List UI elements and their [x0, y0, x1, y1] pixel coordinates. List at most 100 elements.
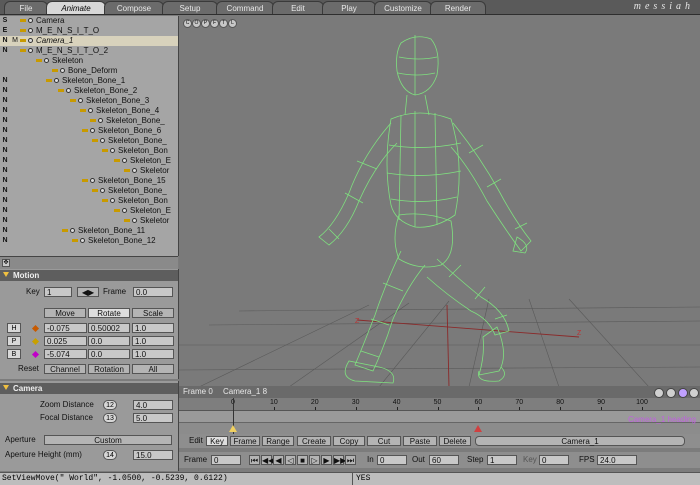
current-frame-marker-icon[interactable]: [229, 425, 237, 432]
tree-row[interactable]: N Skeleton_Bone_: [0, 116, 178, 126]
rotate-mode-button[interactable]: Rotate: [88, 308, 130, 318]
channel-h-scale[interactable]: 1.0: [132, 323, 174, 333]
tree-row[interactable]: N Skeleton_Bone_11: [0, 226, 178, 236]
reset-channel-button[interactable]: Channel: [44, 364, 86, 374]
cut-key-button[interactable]: Cut: [367, 436, 401, 446]
step-field[interactable]: 1: [487, 455, 517, 465]
visibility-dot-icon[interactable]: [60, 68, 65, 73]
zoom-distance-field[interactable]: 4.0: [133, 400, 173, 410]
tree-row-flag[interactable]: N: [0, 216, 10, 226]
visibility-dot-icon[interactable]: [122, 158, 127, 163]
next-frame-icon[interactable]: ▶: [321, 455, 332, 465]
tree-row[interactable]: N Skeleton_Bone_3: [0, 96, 178, 106]
visibility-dot-icon[interactable]: [98, 118, 103, 123]
view-option-icon[interactable]: [654, 388, 664, 398]
tree-row-flag[interactable]: E: [0, 26, 10, 36]
channel-p-value[interactable]: 0.025: [44, 336, 87, 346]
tree-row[interactable]: S Camera: [0, 16, 178, 26]
tree-row-flag[interactable]: N: [0, 226, 10, 236]
tree-row-flag[interactable]: N: [0, 96, 10, 106]
prev-key-icon[interactable]: ◀◀: [261, 455, 274, 465]
view-perspective-button[interactable]: P: [201, 19, 210, 28]
motion-panel-header[interactable]: Motion: [0, 270, 178, 281]
tree-row-flag[interactable]: N: [0, 106, 10, 116]
visibility-dot-icon[interactable]: [70, 228, 75, 233]
tree-row[interactable]: N Skeleton_E: [0, 156, 178, 166]
view-front-button[interactable]: F: [210, 19, 219, 28]
tree-row-flag[interactable]: N: [0, 156, 10, 166]
view-orbit-button[interactable]: O: [192, 19, 201, 28]
tree-row[interactable]: N Skeleton_Bon: [0, 146, 178, 156]
paste-key-button[interactable]: Paste: [403, 436, 437, 446]
tree-row[interactable]: Bone_Deform: [0, 66, 178, 76]
channel-h-tension[interactable]: 0.50002: [88, 323, 130, 333]
channel-p-scale[interactable]: 1.0: [132, 336, 174, 346]
collapse-arrow-icon[interactable]: [3, 272, 9, 277]
zoom-distance-channel[interactable]: 12: [103, 400, 117, 410]
visibility-dot-icon[interactable]: [110, 198, 115, 203]
channel-b[interactable]: B: [7, 349, 21, 359]
tree-row[interactable]: N Skeleton_E: [0, 206, 178, 216]
play-icon[interactable]: ▷: [309, 455, 320, 465]
visibility-dot-icon[interactable]: [54, 78, 59, 83]
visibility-dot-icon[interactable]: [78, 98, 83, 103]
tree-row[interactable]: Skeleton: [0, 56, 178, 66]
in-field[interactable]: 0: [377, 455, 407, 465]
tree-row[interactable]: E M_E_N_S_I_T_O: [0, 26, 178, 36]
tree-row[interactable]: N M Camera_1: [0, 36, 178, 46]
fps-field[interactable]: 24.0: [597, 455, 637, 465]
view-option-icon[interactable]: [678, 388, 688, 398]
tree-row-flag[interactable]: N: [0, 116, 10, 126]
key-step-arrows-icon[interactable]: ◀▶: [77, 287, 99, 297]
tab-animate[interactable]: Animate: [46, 1, 106, 14]
tree-row-flag[interactable]: N: [0, 136, 10, 146]
visibility-dot-icon[interactable]: [44, 58, 49, 63]
reset-rotation-button[interactable]: Rotation: [88, 364, 130, 374]
viewport-3d[interactable]: Z Z C O P F T L: [179, 15, 700, 403]
scale-mode-button[interactable]: Scale: [132, 308, 174, 318]
tree-row[interactable]: N Skeleton_Bone_15: [0, 176, 178, 186]
tree-row[interactable]: N M_E_N_S_I_T_O_2: [0, 46, 178, 56]
visibility-dot-icon[interactable]: [122, 208, 127, 213]
visibility-dot-icon[interactable]: [88, 108, 93, 113]
tree-row-flag[interactable]: N: [0, 176, 10, 186]
visibility-dot-icon[interactable]: [66, 88, 71, 93]
tree-row-flag[interactable]: N: [0, 126, 10, 136]
play-reverse-icon[interactable]: ◁: [285, 455, 296, 465]
visibility-dot-icon[interactable]: [132, 168, 137, 173]
item-select[interactable]: Camera_1: [475, 436, 685, 446]
create-key-button[interactable]: Create: [297, 436, 331, 446]
current-frame-field[interactable]: 0: [211, 455, 241, 465]
tab-edit[interactable]: Edit: [272, 1, 324, 14]
tree-row-flag[interactable]: N: [0, 146, 10, 156]
channel-p[interactable]: P: [7, 336, 21, 346]
tree-row[interactable]: N Skeleton_Bone_: [0, 186, 178, 196]
channel-h[interactable]: H: [7, 323, 21, 333]
visibility-dot-icon[interactable]: [28, 48, 33, 53]
channel-b-tension[interactable]: 0.0: [88, 349, 130, 359]
tree-row[interactable]: N Skeleton_Bone_12: [0, 236, 178, 246]
tree-row-flag[interactable]: N: [0, 46, 10, 56]
channel-p-tension[interactable]: 0.0: [88, 336, 130, 346]
visibility-dot-icon[interactable]: [80, 238, 85, 243]
tab-render[interactable]: Render: [430, 1, 486, 14]
tree-row-flag[interactable]: S: [0, 16, 10, 26]
view-top-button[interactable]: T: [219, 19, 228, 28]
prev-frame-icon[interactable]: ◀: [273, 455, 284, 465]
visibility-dot-icon[interactable]: [110, 148, 115, 153]
tab-compose[interactable]: Compose: [104, 1, 164, 14]
tab-file[interactable]: File: [4, 1, 48, 14]
aperture-height-field[interactable]: 15.0: [133, 450, 173, 460]
move-icon[interactable]: ✥: [2, 259, 10, 267]
visibility-dot-icon[interactable]: [90, 178, 95, 183]
view-left-button[interactable]: L: [228, 19, 237, 28]
delete-key-button[interactable]: Delete: [439, 436, 471, 446]
out-field[interactable]: 60: [429, 455, 459, 465]
collapse-arrow-icon[interactable]: [3, 385, 9, 390]
key-marker-icon[interactable]: [474, 425, 483, 432]
view-option-icon[interactable]: [689, 388, 699, 398]
tree-scrollbar[interactable]: ✥: [0, 256, 178, 269]
tab-setup[interactable]: Setup: [162, 1, 218, 14]
copy-key-button[interactable]: Copy: [333, 436, 365, 446]
visibility-dot-icon[interactable]: [28, 28, 33, 33]
